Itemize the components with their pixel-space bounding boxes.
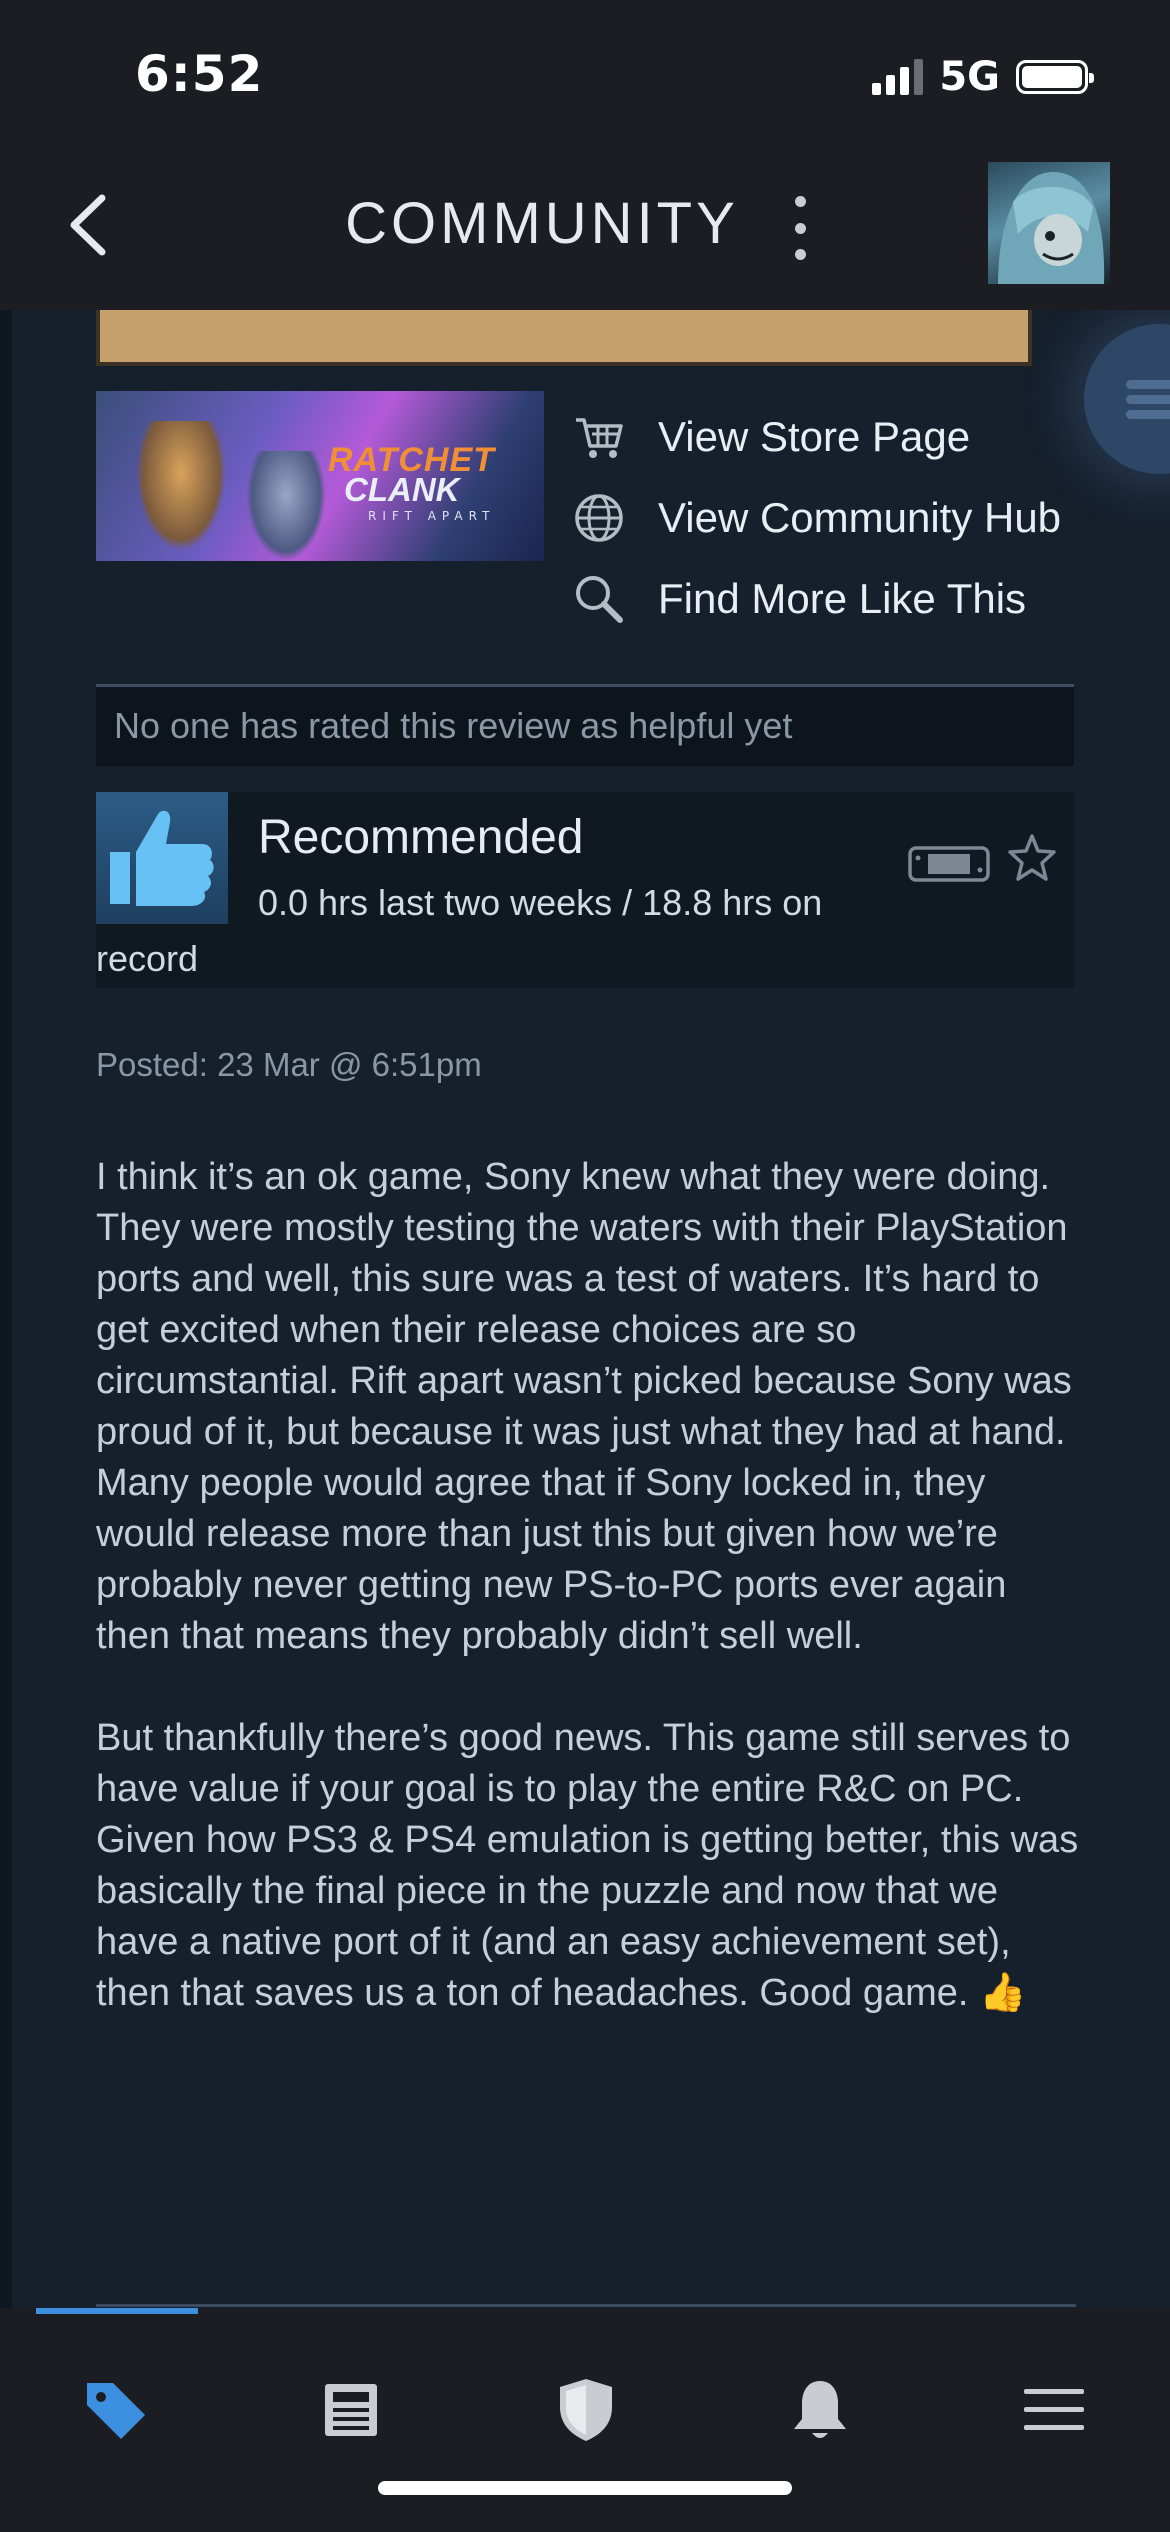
helpful-status: No one has rated this review as helpful … bbox=[96, 684, 1074, 766]
recommendation-box: Recommended 0.0 hrs last two weeks / 18.… bbox=[96, 792, 1074, 988]
capsule-character-right bbox=[246, 451, 326, 561]
review-content: RATCHET CLANK RIFT APART View Store Page bbox=[12, 310, 1170, 2308]
thumbs-up-badge bbox=[96, 792, 228, 924]
section-divider bbox=[96, 2304, 1076, 2307]
menu-icon bbox=[1024, 2389, 1084, 2430]
capsule-title-line2: CLANK bbox=[344, 471, 460, 508]
bell-icon bbox=[794, 2381, 846, 2438]
page-title: COMMUNITY bbox=[345, 191, 739, 256]
battery-icon bbox=[1016, 60, 1094, 94]
capsule-character-left bbox=[136, 421, 226, 551]
review-body: I think it’s an ok game, Sony knew what … bbox=[96, 1152, 1086, 2070]
more-options-button[interactable] bbox=[790, 196, 810, 260]
tab-menu[interactable] bbox=[1014, 2370, 1094, 2450]
recommendation-title: Recommended bbox=[258, 811, 584, 864]
network-label: 5G bbox=[939, 54, 1000, 100]
view-community-hub-link[interactable]: View Community Hub bbox=[572, 477, 1061, 558]
game-links: View Store Page View Community Hub Find … bbox=[572, 396, 1061, 639]
steam-deck-icon bbox=[908, 846, 990, 882]
news-icon bbox=[325, 2384, 377, 2436]
tab-store[interactable] bbox=[76, 2370, 156, 2450]
thumbs-up-emoji: 👍 bbox=[979, 1972, 1027, 2014]
find-more-like-this-label: Find More Like This bbox=[658, 574, 1027, 622]
view-store-page-link[interactable]: View Store Page bbox=[572, 396, 1061, 477]
avatar-image bbox=[998, 172, 1105, 284]
active-tab-indicator bbox=[36, 2308, 198, 2314]
status-time: 6:52 bbox=[135, 45, 264, 103]
playtime-text-continued: record bbox=[96, 938, 199, 979]
view-store-page-label: View Store Page bbox=[658, 412, 971, 460]
capsule-subtitle: RIFT APART bbox=[368, 509, 496, 523]
status-indicators: 5G bbox=[872, 50, 1094, 104]
search-icon bbox=[576, 575, 623, 623]
tab-guard[interactable] bbox=[546, 2370, 626, 2450]
signal-icon bbox=[872, 59, 924, 95]
status-bar: 6:52 5G bbox=[0, 0, 1170, 150]
cart-icon bbox=[576, 417, 623, 458]
floating-menu-button[interactable] bbox=[1084, 324, 1170, 474]
nav-header: COMMUNITY bbox=[0, 150, 1170, 310]
review-paragraph: I think it’s an ok game, Sony knew what … bbox=[96, 1156, 1072, 1657]
star-icon[interactable] bbox=[1006, 832, 1058, 884]
thumbs-up-icon bbox=[110, 810, 214, 906]
find-more-like-this-link[interactable]: Find More Like This bbox=[572, 558, 1061, 639]
playtime-text: 0.0 hrs last two weeks / 18.8 hrs on bbox=[258, 882, 823, 923]
bottom-tab-bar bbox=[0, 2308, 1170, 2532]
tab-news[interactable] bbox=[311, 2370, 391, 2450]
avatar[interactable] bbox=[988, 162, 1110, 284]
globe-icon bbox=[575, 493, 623, 542]
game-capsule-image[interactable]: RATCHET CLANK RIFT APART bbox=[96, 391, 544, 561]
view-community-hub-label: View Community Hub bbox=[658, 493, 1062, 541]
home-indicator[interactable] bbox=[378, 2481, 792, 2495]
posted-date: Posted: 23 Mar @ 6:51pm bbox=[96, 1046, 482, 1083]
profile-banner-strip bbox=[96, 310, 1032, 366]
shield-icon bbox=[560, 2379, 612, 2441]
review-paragraph-text: But thankfully there’s good news. This g… bbox=[96, 1717, 1079, 2014]
tab-notifications[interactable] bbox=[780, 2370, 860, 2450]
helpful-status-text: No one has rated this review as helpful … bbox=[114, 705, 793, 746]
store-tag-icon bbox=[87, 2383, 145, 2439]
content-edge bbox=[0, 310, 12, 2308]
review-paragraph: But thankfully there’s good news. This g… bbox=[96, 1713, 1086, 2019]
